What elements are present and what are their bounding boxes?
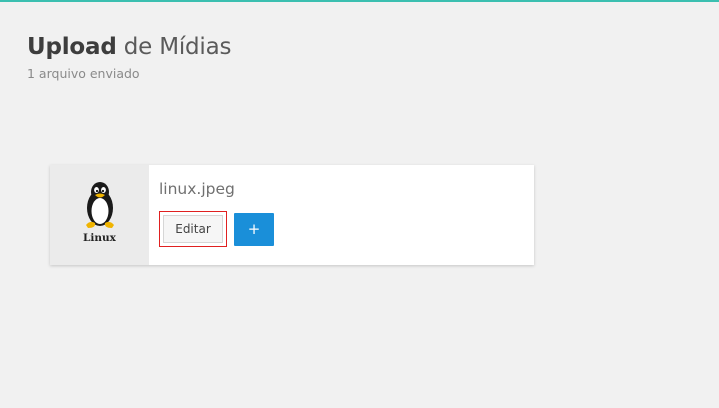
media-thumbnail[interactable]: Linux (50, 165, 149, 265)
media-card-body: linux.jpeg Editar + (149, 165, 274, 265)
page-header: Upload de Mídias 1 arquivo enviado (27, 32, 232, 81)
page-title-strong: Upload (27, 34, 117, 60)
top-accent-bar (0, 0, 719, 2)
media-actions: Editar + (159, 211, 274, 247)
media-card: Linux linux.jpeg Editar + (50, 165, 534, 265)
edit-button[interactable]: Editar (163, 215, 223, 243)
thumbnail-caption: Linux (83, 232, 116, 244)
add-button[interactable]: + (234, 212, 274, 246)
page-title-rest: de Mídias (116, 34, 232, 60)
edit-button-highlight: Editar (159, 211, 227, 247)
file-name: linux.jpeg (159, 180, 235, 198)
upload-count: 1 arquivo enviado (27, 66, 140, 81)
page-title: Upload de Mídias (27, 32, 232, 62)
tux-penguin-icon (86, 182, 114, 228)
